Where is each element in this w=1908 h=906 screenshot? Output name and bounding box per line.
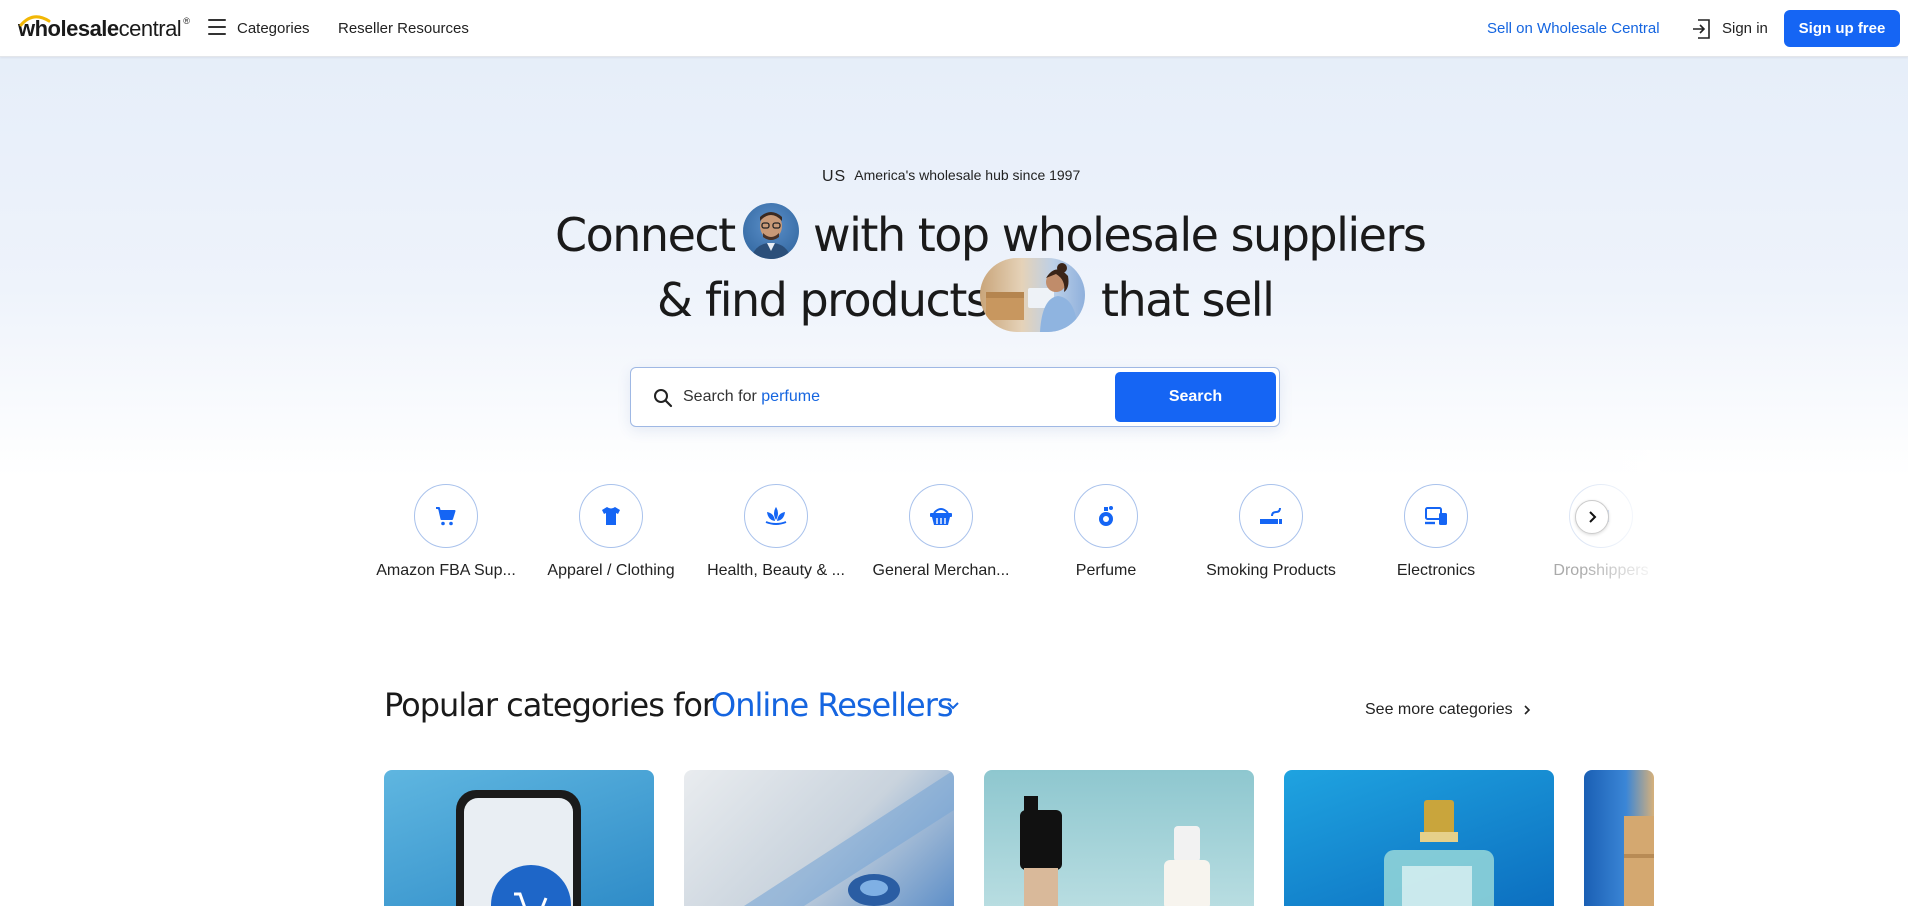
category-card-image[interactable] xyxy=(1284,770,1554,906)
supplier-avatar-image xyxy=(743,203,799,259)
lotus-icon xyxy=(744,484,808,548)
reseller-image xyxy=(980,258,1085,332)
category-card-image[interactable] xyxy=(984,770,1254,906)
category-label: Apparel / Clothing xyxy=(547,562,675,579)
hero-heading-ampersand: & xyxy=(657,273,693,327)
see-more-label: See more categories xyxy=(1365,701,1513,718)
carousel-next-button[interactable] xyxy=(1575,500,1609,534)
perfume-bottle-icon xyxy=(1074,484,1138,548)
hero-tagline: US America's wholesale hub since 1997 xyxy=(822,164,1080,186)
search-bar[interactable]: Search for perfume Search xyxy=(630,367,1280,427)
hero-heading-connect: Connect xyxy=(555,208,736,262)
hero-heading-that-sell: that sell xyxy=(1101,273,1275,327)
chevron-right-icon xyxy=(1589,511,1597,523)
logo-text-regular: central xyxy=(118,16,182,41)
segment-dropdown[interactable]: Online Resellers xyxy=(711,686,954,724)
category-label: Electronics xyxy=(1396,562,1476,579)
sign-in-link[interactable]: Sign in xyxy=(1692,0,1768,57)
category-label: General Merchan... xyxy=(872,562,1010,579)
logo-trademark: ® xyxy=(183,16,190,26)
nav-reseller-resources[interactable]: Reseller Resources xyxy=(338,0,469,57)
search-icon xyxy=(654,389,673,408)
sign-in-label: Sign in xyxy=(1722,20,1768,37)
search-button[interactable]: Search xyxy=(1115,372,1276,422)
category-card-image[interactable] xyxy=(684,770,954,906)
sign-in-icon xyxy=(1693,18,1710,39)
search-placeholder-prefix: Search for xyxy=(683,388,762,405)
top-header: wholesale central ® Categories Reseller Re… xyxy=(0,0,1908,57)
category-apparel[interactable]: Apparel / Clothing xyxy=(536,484,686,580)
category-label: Health, Beauty & ... xyxy=(707,562,845,579)
category-general-merchandise[interactable]: General Merchan... xyxy=(866,484,1016,580)
category-label: Perfume xyxy=(1075,562,1137,579)
chevron-down-icon[interactable] xyxy=(946,701,960,711)
category-label: Smoking Products xyxy=(1206,562,1336,579)
category-label: Amazon FBA Sup... xyxy=(376,562,516,579)
smoking-icon xyxy=(1239,484,1303,548)
wholesale-central-logo[interactable]: wholesale central ® xyxy=(18,14,190,42)
category-perfume[interactable]: Perfume xyxy=(1031,484,1181,580)
category-amazon-fba[interactable]: Amazon FBA Sup... xyxy=(371,484,521,580)
tshirt-icon xyxy=(579,484,643,548)
devices-icon xyxy=(1404,484,1468,548)
menu-icon[interactable] xyxy=(208,19,226,35)
cart-icon xyxy=(414,484,478,548)
hero-heading-find-products: find products xyxy=(705,273,990,327)
sign-up-button[interactable]: Sign up free xyxy=(1784,10,1900,47)
nav-categories[interactable]: Categories xyxy=(237,0,310,57)
category-health-beauty[interactable]: Health, Beauty & ... xyxy=(701,484,851,580)
category-card-image[interactable] xyxy=(1584,770,1654,906)
category-smoking-products[interactable]: Smoking Products xyxy=(1196,484,1346,580)
us-flag-icon: US xyxy=(822,168,847,185)
category-card-image[interactable] xyxy=(384,770,654,906)
category-electronics[interactable]: Electronics xyxy=(1361,484,1511,580)
search-placeholder-example: perfume xyxy=(761,388,820,405)
chevron-right-icon xyxy=(1524,705,1530,715)
tagline-text: America's wholesale hub since 1997 xyxy=(854,167,1081,183)
hero-heading-suppliers: with top wholesale suppliers xyxy=(813,208,1427,262)
basket-icon xyxy=(909,484,973,548)
see-more-categories-link[interactable]: See more categories xyxy=(1365,701,1533,719)
logo-arc-icon xyxy=(19,15,51,27)
sell-on-wholesale-central-link[interactable]: Sell on Wholesale Central xyxy=(1487,0,1660,57)
popular-categories-title: Popular categories for xyxy=(384,686,715,724)
search-input[interactable]: Search for perfume xyxy=(683,388,820,406)
